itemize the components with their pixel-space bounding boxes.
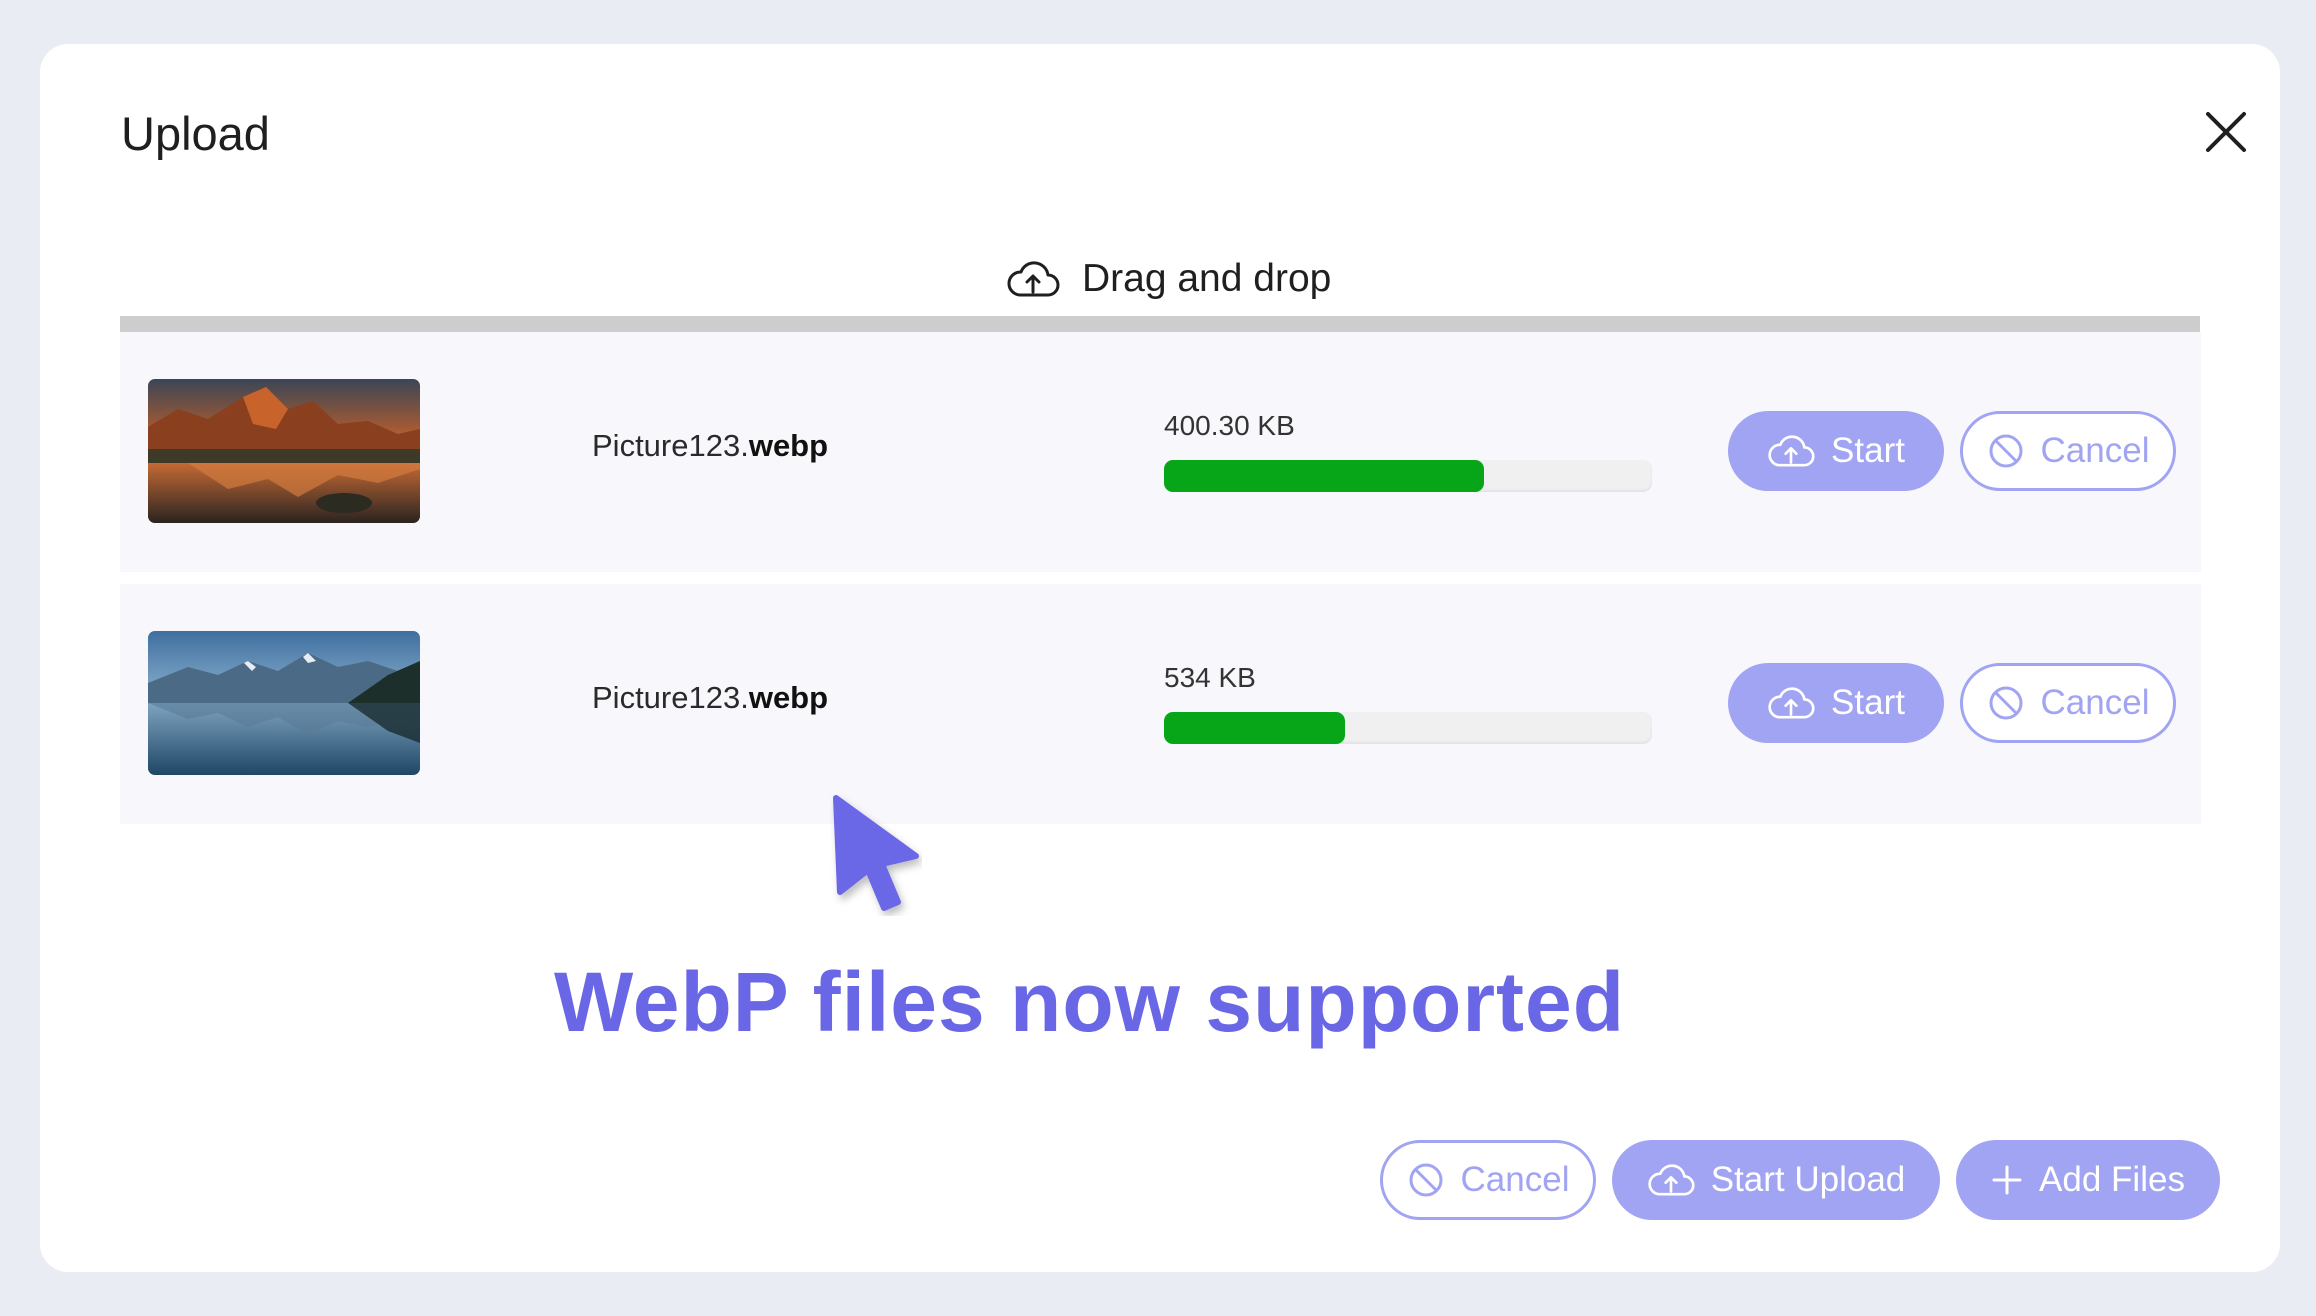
upload-progress-bar (1164, 712, 1652, 744)
file-size: 534 KB (1164, 662, 1256, 693)
add-files-button[interactable]: Add Files (1956, 1140, 2220, 1220)
cancel-button-label: Cancel (2040, 431, 2150, 470)
start-button[interactable]: Start (1728, 411, 1944, 491)
cloud-upload-icon (1768, 435, 1815, 467)
file-name: Picture123.webp (592, 428, 828, 464)
file-size: 400.30 KB (1164, 410, 1295, 441)
announcement-text: WebP files now supported (554, 955, 1626, 1049)
plus-icon (1992, 1165, 2022, 1195)
dropzone-divider (120, 316, 2200, 332)
cursor-pointer-icon (833, 795, 919, 911)
drag-and-drop-zone[interactable]: Drag and drop (1006, 244, 1331, 314)
upload-progress-fill (1164, 460, 1484, 492)
cancel-button[interactable]: Cancel (1960, 663, 2176, 743)
cancel-button-label: Cancel (2040, 683, 2150, 722)
start-button[interactable]: Start (1728, 663, 1944, 743)
file-row: Picture123.webp 534 KB Start Cancel (120, 584, 2201, 824)
dialog-title: Upload (121, 107, 270, 160)
start-upload-button[interactable]: Start Upload (1612, 1140, 1940, 1220)
close-icon (2206, 112, 2246, 152)
start-button-label: Start (1831, 431, 1905, 470)
cancel-icon (1409, 1163, 1443, 1197)
file-row: Picture123.webp 400.30 KB Start Cancel (120, 332, 2201, 572)
file-name-base: Picture123. (592, 680, 749, 715)
cancel-icon (1989, 686, 2023, 720)
start-button-label: Start (1831, 683, 1905, 722)
footer-cancel-button[interactable]: Cancel (1380, 1140, 1596, 1220)
file-thumbnail (148, 631, 420, 775)
upload-dialog: Upload Drag and drop Picture123.webp 400… (40, 44, 2280, 1272)
cloud-upload-icon (1648, 1164, 1695, 1196)
upload-progress-fill (1164, 712, 1345, 744)
footer-cancel-label: Cancel (1460, 1160, 1570, 1199)
start-upload-label: Start Upload (1710, 1160, 1906, 1199)
add-files-label: Add Files (2039, 1160, 2185, 1199)
close-button[interactable] (2196, 102, 2256, 162)
file-name-base: Picture123. (592, 428, 749, 463)
file-extension: webp (748, 680, 829, 715)
cancel-button[interactable]: Cancel (1960, 411, 2176, 491)
file-thumbnail (148, 379, 420, 523)
file-name: Picture123.webp (592, 680, 828, 716)
file-extension: webp (748, 428, 829, 463)
dropzone-label: Drag and drop (1082, 257, 1332, 300)
cloud-upload-icon (1007, 261, 1060, 297)
upload-progress-bar (1164, 460, 1652, 492)
cloud-upload-icon (1768, 687, 1815, 719)
cancel-icon (1989, 434, 2023, 468)
